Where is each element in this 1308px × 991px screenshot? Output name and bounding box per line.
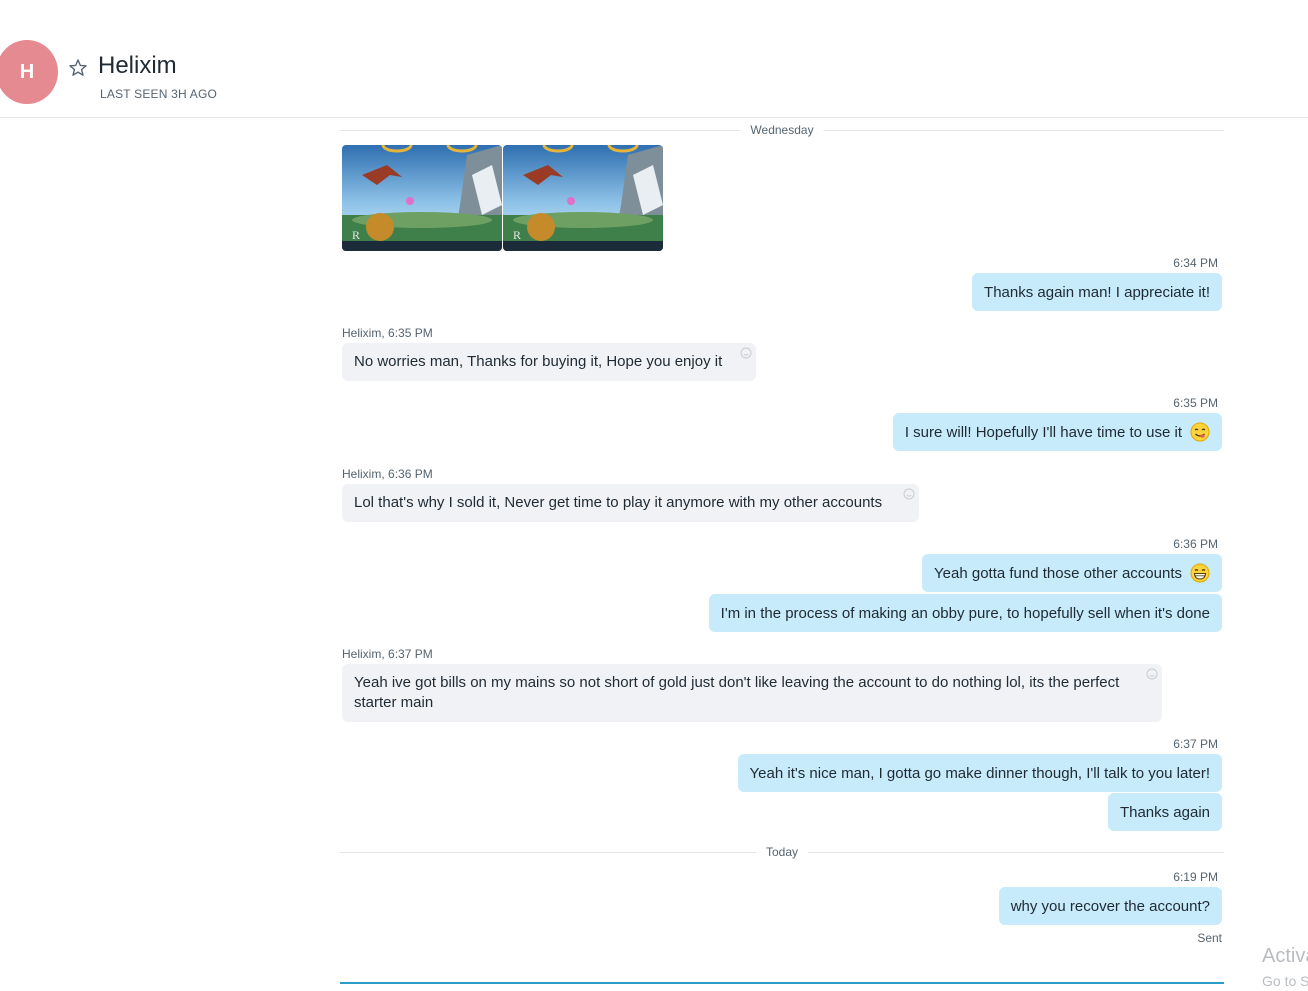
message-time: 6:36 PM xyxy=(388,467,433,481)
compose-focus-line xyxy=(340,982,1224,984)
sender-name: Helixim xyxy=(342,467,382,481)
sender-name: Helixim xyxy=(342,326,382,340)
activation-watermark-sub: Go to S xyxy=(1262,973,1308,989)
message-time: 6:37 PM xyxy=(1173,737,1218,751)
outgoing-message[interactable]: I'm in the process of making an obby pur… xyxy=(708,594,1222,632)
outgoing-message[interactable]: Yeah it's nice man, I gotta go make dinn… xyxy=(737,754,1222,792)
contact-name[interactable]: Helixim xyxy=(98,52,177,80)
avatar-letter: H xyxy=(19,60,35,83)
incoming-message[interactable]: Yeah ive got bills on my mains so not sh… xyxy=(342,664,1162,722)
message-text: I sure will! Hopefully I'll have time to… xyxy=(904,423,1182,441)
message-text: Thanks again man! I appreciate it! xyxy=(984,283,1210,301)
outgoing-message[interactable]: Thanks again man! I appreciate it! xyxy=(972,273,1222,311)
outgoing-message[interactable]: Yeah gotta fund those other accounts xyxy=(922,554,1222,592)
message-meta: Helixim, 6:37 PM xyxy=(342,647,433,661)
message-time: 6:35 PM xyxy=(1173,396,1218,410)
emoji-reaction-icon[interactable] xyxy=(1146,668,1158,680)
message-text: Yeah gotta fund those other accounts xyxy=(934,564,1182,582)
activation-watermark: Activa xyxy=(1262,945,1308,967)
image-watermark: R xyxy=(352,228,360,242)
message-text: Yeah it's nice man, I gotta go make dinn… xyxy=(749,764,1210,782)
incoming-message[interactable]: Lol that's why I sold it, Never get time… xyxy=(342,484,919,522)
date-divider-today: Today xyxy=(340,845,1224,859)
message-text: I'm in the process of making an obby pur… xyxy=(720,604,1210,622)
message-time: 6:19 PM xyxy=(1173,870,1218,884)
chat-header: H Helixim LAST SEEN 3H AGO xyxy=(0,0,1308,118)
message-time: 6:37 PM xyxy=(388,647,433,661)
message-meta: Helixim, 6:35 PM xyxy=(342,326,433,340)
message-text: No worries man, Thanks for buying it, Ho… xyxy=(354,353,723,370)
star-icon[interactable] xyxy=(68,58,88,78)
avatar[interactable]: H xyxy=(0,40,58,104)
emoji-reaction-icon[interactable] xyxy=(740,347,752,359)
date-divider-wednesday: Wednesday xyxy=(340,123,1224,137)
message-text: why you recover the account? xyxy=(1010,897,1210,915)
divider-label: Today xyxy=(755,845,809,859)
emoji-reaction-icon[interactable] xyxy=(903,488,915,500)
divider-label: Wednesday xyxy=(740,123,824,137)
sent-status: Sent xyxy=(1197,931,1222,945)
grin-emoji-icon xyxy=(1190,563,1210,583)
yum-emoji-icon xyxy=(1190,422,1210,442)
shared-image-1[interactable]: R xyxy=(342,145,502,251)
outgoing-message[interactable]: why you recover the account? xyxy=(998,887,1222,925)
message-text: Lol that's why I sold it, Never get time… xyxy=(354,494,883,511)
message-time: 6:34 PM xyxy=(1173,256,1218,270)
incoming-message[interactable]: No worries man, Thanks for buying it, Ho… xyxy=(342,343,756,381)
shared-image-2[interactable]: R xyxy=(503,145,663,251)
outgoing-message[interactable]: Thanks again xyxy=(1107,793,1222,831)
message-text: Thanks again xyxy=(1119,803,1210,821)
message-text: Yeah ive got bills on my mains so not sh… xyxy=(354,674,1120,711)
outgoing-message[interactable]: I sure will! Hopefully I'll have time to… xyxy=(892,413,1222,451)
message-time: 6:35 PM xyxy=(388,326,433,340)
sender-name: Helixim xyxy=(342,647,382,661)
last-seen-status: LAST SEEN 3H AGO xyxy=(100,87,218,101)
message-time: 6:36 PM xyxy=(1173,537,1218,551)
image-watermark: R xyxy=(513,228,521,242)
message-meta: Helixim, 6:36 PM xyxy=(342,467,433,481)
